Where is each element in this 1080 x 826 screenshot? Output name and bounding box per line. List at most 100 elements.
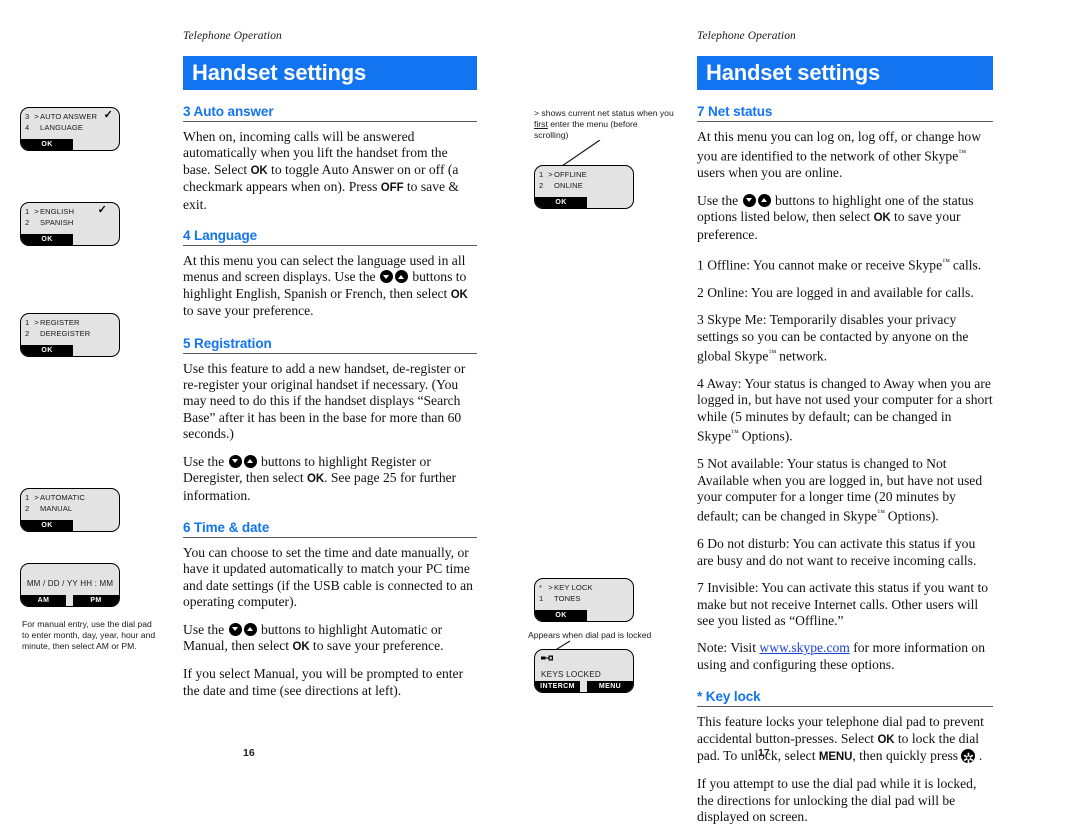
running-head: Telephone Operation bbox=[697, 30, 796, 42]
key-ok-label: OK bbox=[877, 733, 895, 746]
section-paragraph: When on, incoming calls will be answered… bbox=[183, 129, 459, 212]
lcd-row-number: 1 bbox=[539, 170, 544, 179]
checkmark-icon: ✓ bbox=[103, 109, 113, 121]
skype-website-link[interactable]: www.skype.com bbox=[759, 640, 849, 655]
softkey-ok[interactable]: OK bbox=[535, 197, 587, 208]
section-paragraph: 2 Online: You are logged in and availabl… bbox=[697, 284, 974, 300]
lcd-key-lock: * >KEY LOCK 1 TONES OK bbox=[534, 578, 634, 622]
keypad-lock-icon bbox=[541, 655, 553, 661]
lcd-row-number: 2 bbox=[25, 328, 30, 338]
down-arrow-key-icon bbox=[228, 454, 242, 468]
lcd-softkey-bar: INTERCM MENU bbox=[535, 681, 633, 692]
lcd-row-label: KEY LOCK bbox=[554, 583, 593, 592]
lcd-row: 2 DEREGISTER bbox=[25, 329, 115, 340]
lcd-row-caret: > bbox=[34, 318, 39, 327]
lcd-row-caret: > bbox=[34, 112, 39, 121]
lcd-row-label: MANUAL bbox=[40, 503, 73, 513]
down-arrow-key-icon bbox=[228, 622, 242, 636]
page-banner-title: Handset settings bbox=[183, 56, 477, 90]
up-arrow-key-icon bbox=[243, 622, 257, 636]
trademark-mark: ™ bbox=[958, 148, 966, 158]
lcd-row-label: LANGUAGE bbox=[40, 122, 83, 132]
softkey-ok[interactable]: OK bbox=[21, 139, 73, 150]
key-menu-label: MENU bbox=[818, 751, 853, 764]
section-paragraph: If you select Manual, you will be prompt… bbox=[183, 666, 464, 698]
note-manual-entry: For manual entry, use the dial pad to en… bbox=[22, 619, 156, 651]
lcd-row-label: TONES bbox=[554, 593, 581, 603]
up-arrow-key-icon bbox=[394, 270, 408, 284]
running-head: Telephone Operation bbox=[183, 30, 282, 42]
section-paragraph: You can choose to set the time and date … bbox=[183, 544, 473, 610]
section-heading: 3 Auto answer bbox=[183, 104, 477, 122]
lcd-row-caret: > bbox=[548, 583, 553, 592]
softkey-spacer bbox=[587, 197, 633, 208]
manual-spread: 3 >AUTO ANSWER ✓ 4 LANGUAGE OK 1 >ENGLISH ✓… bbox=[0, 0, 1080, 824]
lcd-row-caret: > bbox=[34, 207, 39, 216]
lcd-row-label: ENGLISH bbox=[40, 207, 75, 216]
lcd-rows: 1 >AUTOMATIC 2 MANUAL bbox=[21, 489, 119, 514]
section-paragraph: 7 Invisible: You can activate this statu… bbox=[697, 580, 989, 628]
lcd-registration: 1 >REGISTER 2 DEREGISTER OK bbox=[20, 313, 120, 357]
down-arrow-key-icon bbox=[742, 193, 756, 207]
lcd-row-number: 1 bbox=[539, 593, 544, 603]
lcd-softkey-bar: OK bbox=[21, 234, 119, 245]
leader-line-net-status bbox=[561, 140, 601, 167]
section-key-lock: * Key lock This feature locks your telep… bbox=[697, 689, 993, 825]
softkey-ok[interactable]: OK bbox=[21, 345, 73, 356]
lcd-row-number: * bbox=[539, 583, 543, 592]
section-heading: * Key lock bbox=[697, 689, 993, 708]
section-heading: 5 Registration bbox=[183, 336, 477, 354]
softkey-ok[interactable]: OK bbox=[21, 234, 73, 245]
lcd-datetime-mask: MM / DD / YY HH : MM bbox=[26, 579, 114, 588]
lcd-row-label: REGISTER bbox=[40, 318, 80, 327]
section-time-date: 6 Time & date You can choose to set the … bbox=[183, 520, 477, 699]
key-ok-label: OK bbox=[873, 212, 891, 225]
trademark-mark: ™ bbox=[730, 428, 739, 438]
lcd-status-text: KEYS LOCKED bbox=[541, 670, 601, 679]
lcd-row-label: AUTOMATIC bbox=[40, 493, 85, 502]
softkey-pm[interactable]: PM bbox=[73, 595, 119, 606]
softkey-spacer bbox=[73, 139, 119, 150]
lcd-row-caret: > bbox=[34, 493, 39, 502]
softkey-intercom[interactable]: INTERCM bbox=[535, 681, 580, 692]
up-arrow-key-icon bbox=[243, 454, 257, 468]
key-ok-label: OK bbox=[292, 640, 310, 653]
section-heading: 6 Time & date bbox=[183, 520, 477, 538]
section-paragraph: Use the buttons to highlight Automatic o… bbox=[183, 621, 444, 653]
section-paragraph: Use the buttons to highlight Register or… bbox=[183, 453, 457, 503]
softkey-am[interactable]: AM bbox=[21, 595, 66, 606]
key-ok-label: OK bbox=[307, 473, 325, 486]
lcd-rows: 1 >ENGLISH ✓ 2 SPANISH bbox=[21, 203, 119, 228]
note-net-status-caret: > shows current net status when you firs… bbox=[534, 108, 674, 140]
right-page: Telephone Operation Handset settings 7 N… bbox=[697, 30, 993, 826]
softkey-menu[interactable]: MENU bbox=[587, 681, 633, 692]
section-paragraph: Use this feature to add a new handset, d… bbox=[183, 360, 466, 442]
softkey-ok[interactable]: OK bbox=[535, 610, 587, 621]
lcd-row: 1 >ENGLISH ✓ bbox=[25, 204, 115, 218]
section-net-status: 7 Net status At this menu you can log on… bbox=[697, 104, 993, 673]
lcd-row-number: 2 bbox=[539, 180, 544, 190]
lcd-row-number: 4 bbox=[25, 122, 30, 132]
lcd-row: 4 LANGUAGE bbox=[25, 123, 115, 134]
softkey-ok[interactable]: OK bbox=[21, 520, 73, 531]
lcd-row: 1 TONES bbox=[539, 594, 629, 605]
lcd-auto-answer: 3 >AUTO ANSWER ✓ 4 LANGUAGE OK bbox=[20, 107, 120, 151]
lcd-row-label: AUTO ANSWER bbox=[40, 112, 98, 121]
lcd-row-number: 2 bbox=[25, 217, 30, 227]
lcd-row: 1 >OFFLINE bbox=[539, 170, 629, 181]
lcd-row: * >KEY LOCK bbox=[539, 583, 629, 594]
section-paragraph: 6 Do not disturb: You can activate this … bbox=[697, 536, 977, 568]
checkmark-icon: ✓ bbox=[97, 204, 107, 216]
up-arrow-key-icon bbox=[757, 193, 771, 207]
lcd-row-caret: > bbox=[548, 170, 553, 179]
down-arrow-key-icon bbox=[379, 270, 393, 284]
lcd-row: 2 SPANISH bbox=[25, 218, 115, 229]
section-paragraph: 3 Skype Me: Temporarily disables your pr… bbox=[697, 312, 969, 364]
lcd-softkey-bar: OK bbox=[21, 139, 119, 150]
section-paragraph: At this menu you can log on, log off, or… bbox=[697, 129, 982, 181]
lcd-softkey-bar: OK bbox=[21, 520, 119, 531]
section-language: 4 Language At this menu you can select t… bbox=[183, 228, 477, 320]
lcd-date-entry: MM / DD / YY HH : MM AM PM bbox=[20, 563, 120, 607]
note-emphasis: first bbox=[534, 119, 548, 129]
softkey-spacer bbox=[73, 234, 119, 245]
